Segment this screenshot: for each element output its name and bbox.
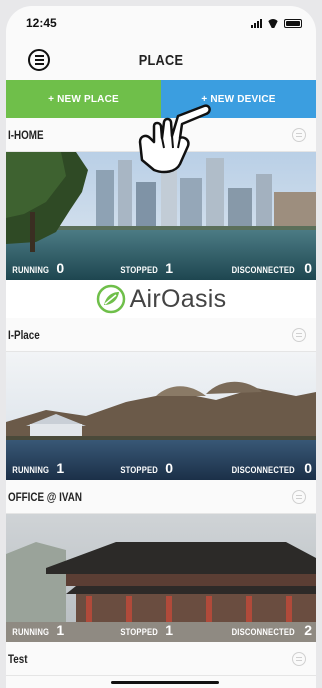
phone-screen: 12:45 PLACE + NEW PLACE + NEW DEVICE I-H…	[6, 6, 316, 688]
running-label: RUNNING	[12, 627, 50, 637]
place-header-office-ivan[interactable]: OFFICE @ IVAN	[6, 480, 316, 514]
signal-icon	[251, 18, 262, 28]
battery-icon	[284, 18, 302, 28]
place-name: OFFICE @ IVAN	[8, 489, 82, 504]
place-stats: RUNNING 1 STOPPED 0 DISCONNECTED 0	[6, 460, 316, 476]
place-card-iplace[interactable]: RUNNING 1 STOPPED 0 DISCONNECTED 0	[6, 352, 316, 480]
pointing-hand-icon	[138, 104, 211, 174]
status-time: 12:45	[26, 16, 57, 30]
disconnected-count: 0	[304, 260, 312, 276]
place-menu-icon[interactable]	[292, 327, 306, 342]
status-icons	[251, 18, 302, 28]
place-menu-icon[interactable]	[292, 489, 306, 504]
disconnected-label: DISCONNECTED	[231, 627, 295, 637]
brand-banner: AirOasis	[6, 280, 316, 318]
stopped-count: 0	[165, 460, 174, 476]
stopped-label: STOPPED	[120, 627, 158, 637]
place-menu-icon[interactable]	[292, 651, 306, 666]
page-title: PLACE	[138, 51, 184, 69]
disconnected-count: 0	[304, 460, 312, 476]
running-count: 1	[56, 622, 65, 638]
disconnected-label: DISCONNECTED	[231, 265, 295, 275]
airoasis-leaf-icon	[96, 284, 125, 314]
running-count: 1	[56, 460, 65, 476]
stopped-label: STOPPED	[120, 465, 158, 475]
place-stats: RUNNING 0 STOPPED 1 DISCONNECTED 0	[6, 260, 316, 276]
place-header-test[interactable]: Test	[6, 642, 316, 676]
stopped-label: STOPPED	[120, 265, 158, 275]
disconnected-count: 2	[304, 622, 312, 638]
home-indicator	[111, 681, 219, 684]
place-stats: RUNNING 1 STOPPED 1 DISCONNECTED 2	[6, 622, 316, 638]
place-header-iplace[interactable]: I-Place	[6, 318, 316, 352]
disconnected-label: DISCONNECTED	[231, 465, 295, 475]
place-name: I-Place	[8, 327, 40, 342]
running-count: 0	[56, 260, 65, 276]
status-bar: 12:45	[6, 6, 316, 40]
wifi-icon	[267, 19, 279, 28]
stopped-count: 1	[165, 622, 174, 638]
running-label: RUNNING	[12, 265, 50, 275]
place-name: Test	[8, 651, 28, 666]
place-menu-icon[interactable]	[292, 127, 306, 142]
running-label: RUNNING	[12, 465, 50, 475]
app-header: PLACE	[6, 40, 316, 80]
place-card-office-ivan[interactable]: RUNNING 1 STOPPED 1 DISCONNECTED 2	[6, 514, 316, 642]
brand-name: AirOasis	[129, 284, 227, 313]
place-name: I-HOME	[8, 127, 44, 142]
stopped-count: 1	[165, 260, 174, 276]
